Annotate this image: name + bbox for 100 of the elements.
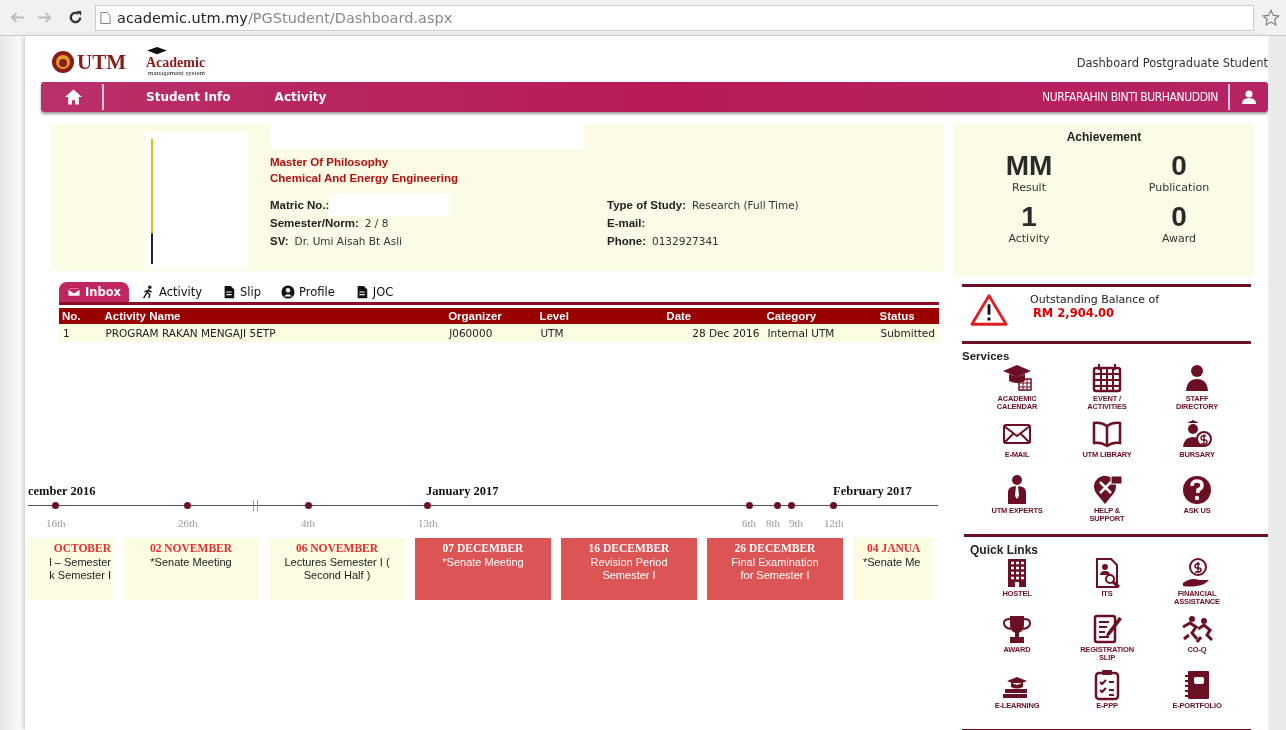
event-card[interactable]: 16 DECEMBER Revision Period Semester I: [561, 538, 697, 600]
stat-value: 0: [1171, 152, 1187, 180]
field-label: Type of Study:: [607, 199, 686, 211]
column-header: Organizer: [445, 308, 537, 324]
balance-label: Outstanding Balance of: [1030, 293, 1160, 306]
table-cell: 28 Dec 2016: [642, 324, 764, 342]
field-value: 0132927341: [652, 235, 719, 247]
event-text: *Senate Meeting: [150, 556, 232, 569]
timeline-dot[interactable]: [830, 502, 837, 509]
day-label: 26th: [178, 517, 196, 529]
timeline-dot[interactable]: [305, 502, 312, 509]
field-value: 2 / 8: [364, 217, 389, 229]
tab[interactable]: Profile: [273, 282, 343, 302]
reload-icon[interactable]: [68, 10, 83, 25]
event-card[interactable]: 26 DECEMBER Final Examination for Semester I: [707, 538, 843, 600]
trophy-icon: [1001, 613, 1033, 645]
section-title: Quick Links: [970, 543, 1040, 557]
timeline-dot[interactable]: [184, 502, 191, 509]
event-text: Revision Period Semester I: [590, 556, 668, 582]
month-label: cember 2016: [28, 484, 96, 499]
event-date: 26 DECEMBER: [734, 541, 816, 556]
event-card[interactable]: 06 NOVEMBER Lectures Semester I ( Second Half ): [269, 538, 405, 600]
page-title: Dashboard Postgraduate Student: [1076, 55, 1268, 70]
tab[interactable]: Inbox: [59, 282, 130, 302]
nav-link[interactable]: Student Info: [146, 90, 231, 104]
stat-label: Award: [1161, 233, 1197, 244]
event-date: 02 NOVEMBER: [149, 541, 233, 556]
column-header: Activity Name: [101, 308, 446, 324]
stat-label: Activity: [1008, 233, 1050, 244]
day-label: 16th: [46, 517, 64, 529]
month-label: January 2017: [426, 484, 499, 499]
event-date: 06 NOVEMBER: [295, 541, 379, 556]
field-value: Dr. Umi Aisah Bt Asli: [294, 235, 402, 247]
envelope-icon: [67, 285, 81, 299]
day-label: 12th: [824, 517, 842, 529]
stat-value: 0: [1171, 203, 1187, 231]
nav-link[interactable]: Activity: [274, 90, 327, 104]
panel-title: Achievement: [1065, 130, 1143, 144]
stat-value: 1: [1021, 203, 1037, 231]
person-coin-icon: [1181, 418, 1213, 450]
graduation-cap-icon: [1001, 362, 1033, 394]
document-icon: [222, 285, 237, 299]
table-cell: J060000: [445, 324, 537, 342]
table-cell: 1: [59, 324, 102, 342]
day-label: 13th: [418, 517, 436, 529]
tab[interactable]: Activity: [133, 282, 211, 302]
field-label: Phone:: [607, 235, 646, 247]
field-label: E-mail:: [607, 217, 646, 229]
stat-value: MM: [1005, 152, 1053, 180]
event-text: Final Examination for Semester I: [731, 556, 819, 582]
month-label: February 2017: [833, 484, 912, 499]
event-card[interactable]: 02 NOVEMBER *Senate Meeting: [123, 538, 259, 600]
event-date: 16 DECEMBER: [588, 541, 670, 556]
timeline-dot[interactable]: [52, 502, 59, 509]
tab[interactable]: JOC: [346, 282, 402, 302]
runners-icon: [1181, 613, 1213, 645]
user-name[interactable]: NURFARAHIN BINTI BURHANUDDIN: [1042, 84, 1230, 110]
balance-amount: RM 2,904.00: [1032, 306, 1116, 320]
section-title: Services: [962, 350, 1011, 362]
stat-label: Publication: [1148, 182, 1210, 193]
day-label: 8th: [764, 517, 782, 529]
timeline-dot[interactable]: [774, 502, 781, 509]
day-label: 9th: [787, 517, 805, 529]
bookmark-star-icon[interactable]: [1262, 8, 1280, 27]
event-card[interactable]: 07 DECEMBER *Senate Meeting: [415, 538, 551, 600]
event-text: *Senate Me: [863, 556, 921, 569]
column-header: Date: [642, 308, 764, 324]
faculty-name: Chemical And Energy Engineering: [270, 171, 460, 186]
table-cell: UTM: [536, 324, 643, 342]
table-cell: Internal UTM: [763, 324, 877, 342]
question-icon: [1181, 474, 1213, 506]
timeline-dot[interactable]: [788, 502, 795, 509]
tools-pin-icon: [1091, 474, 1123, 506]
calendar-icon: [1091, 362, 1123, 394]
event-date: OCTOBER: [53, 541, 111, 556]
event-card[interactable]: OCTOBER l – Semester k Semester I: [28, 538, 113, 600]
event-text: Lectures Semester I ( Second Half ): [284, 556, 390, 582]
table-cell: PROGRAM RAKAN MENGAJI 5ETP: [101, 324, 446, 342]
address-bar[interactable]: academic.utm.my/PGStudent/Dashboard.aspx: [95, 4, 1254, 31]
field-value: Research (Full Time): [692, 199, 799, 211]
home-icon[interactable]: [65, 84, 104, 110]
column-header: No.: [59, 308, 102, 324]
event-card[interactable]: 04 JANUA *Senate Me: [853, 538, 933, 600]
event-date: 04 JANUA: [867, 541, 921, 556]
tab[interactable]: Slip: [214, 282, 270, 302]
timeline-dot[interactable]: [424, 502, 431, 509]
event-text: l – Semester k Semester I: [49, 556, 111, 582]
field-label: Matric No.:: [270, 199, 330, 211]
day-label: 6th: [740, 517, 758, 529]
programme-name: Master Of Philosophy: [270, 155, 390, 170]
stat-label: Result: [1012, 182, 1046, 193]
person-circle-icon: [281, 285, 296, 299]
column-header: Status: [876, 308, 939, 324]
timeline-dot[interactable]: [746, 502, 753, 509]
warning-icon: [970, 293, 1008, 327]
user-icon[interactable]: [1242, 90, 1256, 104]
event-text: *Senate Meeting: [442, 556, 524, 569]
event-date: 07 DECEMBER: [442, 541, 524, 556]
document-pen-icon: [1091, 613, 1123, 645]
column-header: Category: [763, 308, 877, 324]
